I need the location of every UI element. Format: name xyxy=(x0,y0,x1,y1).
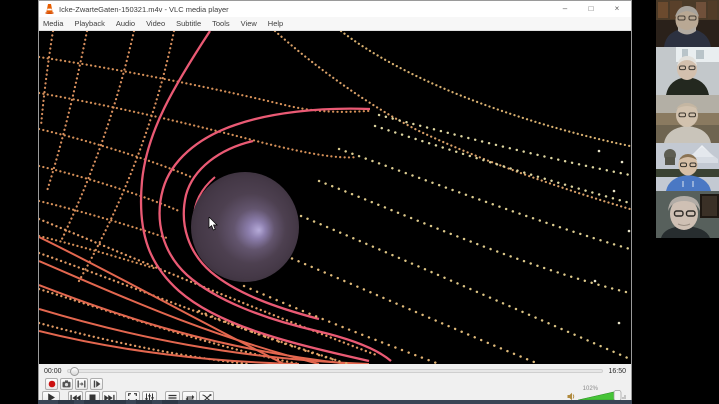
participant-2-webcam xyxy=(656,47,719,95)
menu-tools[interactable]: Tools xyxy=(212,19,230,28)
snapshot-button[interactable] xyxy=(60,378,73,390)
vlc-window: Icke-ZwarteGaten-150321.m4v - VLC media … xyxy=(38,0,632,404)
participant-video-3[interactable] xyxy=(656,95,719,143)
loop-a-b-button[interactable] xyxy=(75,378,88,390)
participant-video-2[interactable] xyxy=(656,47,719,95)
menu-help[interactable]: Help xyxy=(268,19,283,28)
black-hole-visualization xyxy=(39,31,631,364)
taskbar-strip xyxy=(38,400,632,404)
video-call-sidebar xyxy=(656,0,719,404)
participant-video-4[interactable] xyxy=(656,143,719,191)
maximize-button[interactable]: □ xyxy=(585,2,597,16)
close-button[interactable]: × xyxy=(611,2,623,16)
seek-slider[interactable] xyxy=(67,369,604,373)
mouse-cursor xyxy=(208,217,218,231)
frame-by-frame-button[interactable] xyxy=(90,378,103,390)
camera-icon xyxy=(62,380,71,388)
record-button[interactable] xyxy=(45,378,58,390)
vlc-menubar: Media Playback Audio Video Subtitle Tool… xyxy=(39,17,631,31)
window-title: Icke-ZwarteGaten-150321.m4v - VLC media … xyxy=(59,5,559,14)
vlc-titlebar[interactable]: Icke-ZwarteGaten-150321.m4v - VLC media … xyxy=(39,1,631,17)
menu-video[interactable]: Video xyxy=(146,19,165,28)
participant-video-5[interactable] xyxy=(656,191,719,238)
seek-row: 00:00 16:50 xyxy=(39,364,631,378)
participant-1-webcam xyxy=(656,0,719,47)
participant-5-webcam xyxy=(656,191,719,238)
desktop: Icke-ZwarteGaten-150321.m4v - VLC media … xyxy=(0,0,719,404)
menu-subtitle[interactable]: Subtitle xyxy=(176,19,201,28)
menu-playback[interactable]: Playback xyxy=(74,19,104,28)
participant-video-1[interactable] xyxy=(656,0,719,47)
frame-step-icon xyxy=(93,380,101,388)
elapsed-time: 00:00 xyxy=(44,368,62,375)
vlc-cone-icon xyxy=(45,4,54,14)
menu-audio[interactable]: Audio xyxy=(116,19,135,28)
menu-view[interactable]: View xyxy=(241,19,257,28)
total-time: 16:50 xyxy=(608,368,626,375)
menu-media[interactable]: Media xyxy=(43,19,63,28)
participant-3-webcam xyxy=(656,95,719,143)
seek-handle[interactable] xyxy=(70,367,79,376)
minimize-button[interactable]: – xyxy=(559,2,571,16)
record-icon xyxy=(48,380,56,388)
participant-4-webcam xyxy=(656,143,719,191)
volume-level: 102% xyxy=(583,386,598,392)
loop-a-b-icon xyxy=(77,380,86,388)
video-canvas[interactable] xyxy=(39,31,631,364)
